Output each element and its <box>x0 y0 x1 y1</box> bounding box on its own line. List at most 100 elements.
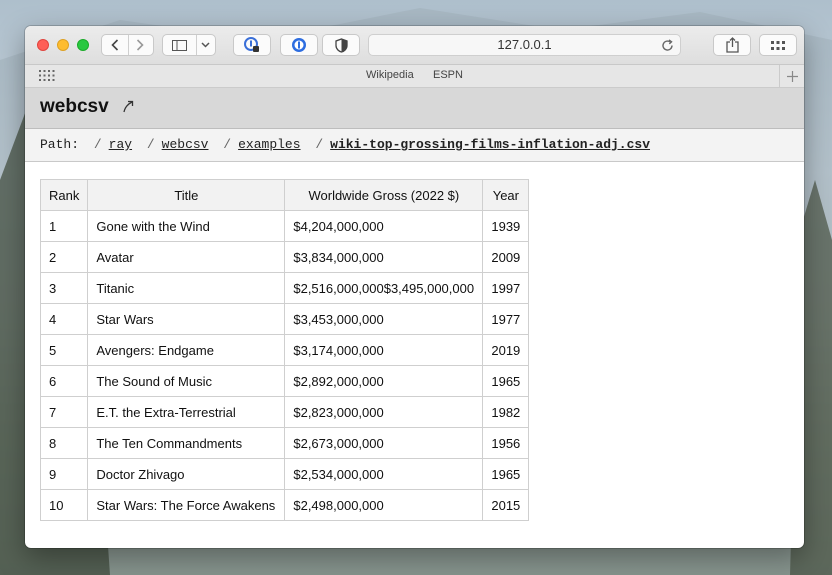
table-row: 10 Star Wars: The Force Awakens $2,498,000… <box>39 489 530 521</box>
cell-year: 1977 <box>482 303 530 335</box>
back-button[interactable] <box>102 39 128 51</box>
cell-year: 2015 <box>482 489 530 521</box>
column-header-rank[interactable]: Rank <box>39 179 89 211</box>
cell-gross: $2,498,000,000 <box>284 489 484 521</box>
sidebar-toggle-group <box>162 34 216 56</box>
csv-table: Rank Title Worldwide Gross (2022 $) Year… <box>39 179 530 521</box>
chevron-left-icon <box>111 39 118 51</box>
chevron-right-icon <box>137 39 144 51</box>
cell-year: 1982 <box>482 396 530 428</box>
cell-year: 2019 <box>482 334 530 366</box>
browser-toolbar: 127.0.0.1 <box>25 26 804 65</box>
cell-title: Gone with the Wind <box>87 210 286 242</box>
breadcrumb-ray[interactable]: ray <box>109 137 132 152</box>
new-tab-button[interactable] <box>779 65 804 87</box>
cell-gross: $2,892,000,000 <box>284 365 484 397</box>
table-row: 9 Doctor Zhivago $2,534,000,000 1965 <box>39 458 530 490</box>
privacy-button[interactable] <box>322 34 360 56</box>
address-text: 127.0.0.1 <box>497 37 552 52</box>
path-separator: / <box>223 137 232 152</box>
password-manager-button[interactable] <box>233 34 271 56</box>
cell-title: The Ten Commandments <box>87 427 286 459</box>
table-header-row: Rank Title Worldwide Gross (2022 $) Year <box>39 179 530 211</box>
favorite-espn[interactable]: ESPN <box>433 69 463 81</box>
cell-gross: $2,516,000,000$3,495,000,000 <box>284 272 484 304</box>
favorites-bar: Wikipedia ESPN <box>25 65 804 88</box>
favorite-wikipedia[interactable]: Wikipedia <box>366 69 414 81</box>
cell-year: 1965 <box>482 365 530 397</box>
cell-title: Titanic <box>87 272 286 304</box>
cell-rank: 8 <box>39 427 89 459</box>
cell-rank: 6 <box>39 365 89 397</box>
cell-year: 1956 <box>482 427 530 459</box>
cell-rank: 2 <box>39 241 89 273</box>
breadcrumb-webcsv[interactable]: webcsv <box>162 137 209 152</box>
cell-rank: 4 <box>39 303 89 335</box>
onepassword-icon <box>292 38 306 52</box>
cell-title: Doctor Zhivago <box>87 458 286 490</box>
onepassword-button[interactable] <box>280 34 318 56</box>
cell-rank: 7 <box>39 396 89 428</box>
cell-gross: $3,834,000,000 <box>284 241 484 273</box>
column-header-year[interactable]: Year <box>482 179 530 211</box>
column-header-gross[interactable]: Worldwide Gross (2022 $) <box>284 179 484 211</box>
forward-button[interactable] <box>128 39 154 51</box>
cell-gross: $3,174,000,000 <box>284 334 484 366</box>
column-header-title[interactable]: Title <box>87 179 286 211</box>
breadcrumb: Path: / ray / webcsv / examples / wiki-top-g… <box>25 129 804 162</box>
external-link-arrow-icon <box>123 100 134 113</box>
cell-rank: 9 <box>39 458 89 490</box>
path-separator: / <box>315 137 324 152</box>
reload-icon <box>662 39 673 51</box>
table-row: 8 The Ten Commandments $2,673,000,000 1956 <box>39 427 530 459</box>
shield-icon <box>334 37 348 53</box>
table-row: 6 The Sound of Music $2,892,000,000 1965 <box>39 365 530 397</box>
cell-title: Star Wars: The Force Awakens <box>87 489 286 521</box>
path-label: Path: <box>40 137 80 152</box>
breadcrumb-examples[interactable]: examples <box>238 137 300 152</box>
sidebar-menu-button[interactable] <box>195 42 215 48</box>
cell-rank: 1 <box>39 210 89 242</box>
tab-overview-icon <box>771 40 785 50</box>
cell-title: Star Wars <box>87 303 286 335</box>
table-row: 5 Avengers: Endgame $3,174,000,000 2019 <box>39 334 530 366</box>
table-row: 7 E.T. the Extra-Terrestrial $2,823,000,00… <box>39 396 530 428</box>
reload-button[interactable] <box>661 38 674 58</box>
cell-rank: 3 <box>39 272 89 304</box>
page-title: webcsv <box>40 96 109 117</box>
cell-gross: $2,823,000,000 <box>284 396 484 428</box>
share-button[interactable] <box>713 34 751 56</box>
breadcrumb-current-file[interactable]: wiki-top-grossing-films-inflation-adj.cs… <box>330 137 650 152</box>
cell-gross: $2,534,000,000 <box>284 458 484 490</box>
table-row: 2 Avatar $3,834,000,000 2009 <box>39 241 530 273</box>
close-window-button[interactable] <box>37 39 49 51</box>
grid-icon <box>39 70 55 81</box>
path-separator: / <box>146 137 155 152</box>
cell-gross: $4,204,000,000 <box>284 210 484 242</box>
cell-year: 1997 <box>482 272 530 304</box>
table-row: 1 Gone with the Wind $4,204,000,000 1939 <box>39 210 530 242</box>
tab-overview-button[interactable] <box>759 34 797 56</box>
cell-rank: 5 <box>39 334 89 366</box>
cell-gross: $2,673,000,000 <box>284 427 484 459</box>
favorites-grid-button[interactable] <box>39 70 55 84</box>
cell-year: 1939 <box>482 210 530 242</box>
cell-title: The Sound of Music <box>87 365 286 397</box>
sidebar-button[interactable] <box>163 39 195 51</box>
cell-title: E.T. the Extra-Terrestrial <box>87 396 286 428</box>
table-row: 4 Star Wars $3,453,000,000 1977 <box>39 303 530 335</box>
cell-year: 2009 <box>482 241 530 273</box>
zoom-window-button[interactable] <box>77 39 89 51</box>
minimize-window-button[interactable] <box>57 39 69 51</box>
address-bar[interactable]: 127.0.0.1 <box>368 34 681 56</box>
cell-year: 1965 <box>482 458 530 490</box>
cell-title: Avengers: Endgame <box>87 334 286 366</box>
path-separator: / <box>93 137 102 152</box>
page-header: webcsv <box>25 88 804 129</box>
cell-rank: 10 <box>39 489 89 521</box>
title-link[interactable] <box>122 100 134 118</box>
sidebar-icon <box>171 39 187 51</box>
chevron-down-icon <box>201 42 210 48</box>
password-manager-icon <box>244 37 259 52</box>
plus-icon <box>786 70 798 82</box>
